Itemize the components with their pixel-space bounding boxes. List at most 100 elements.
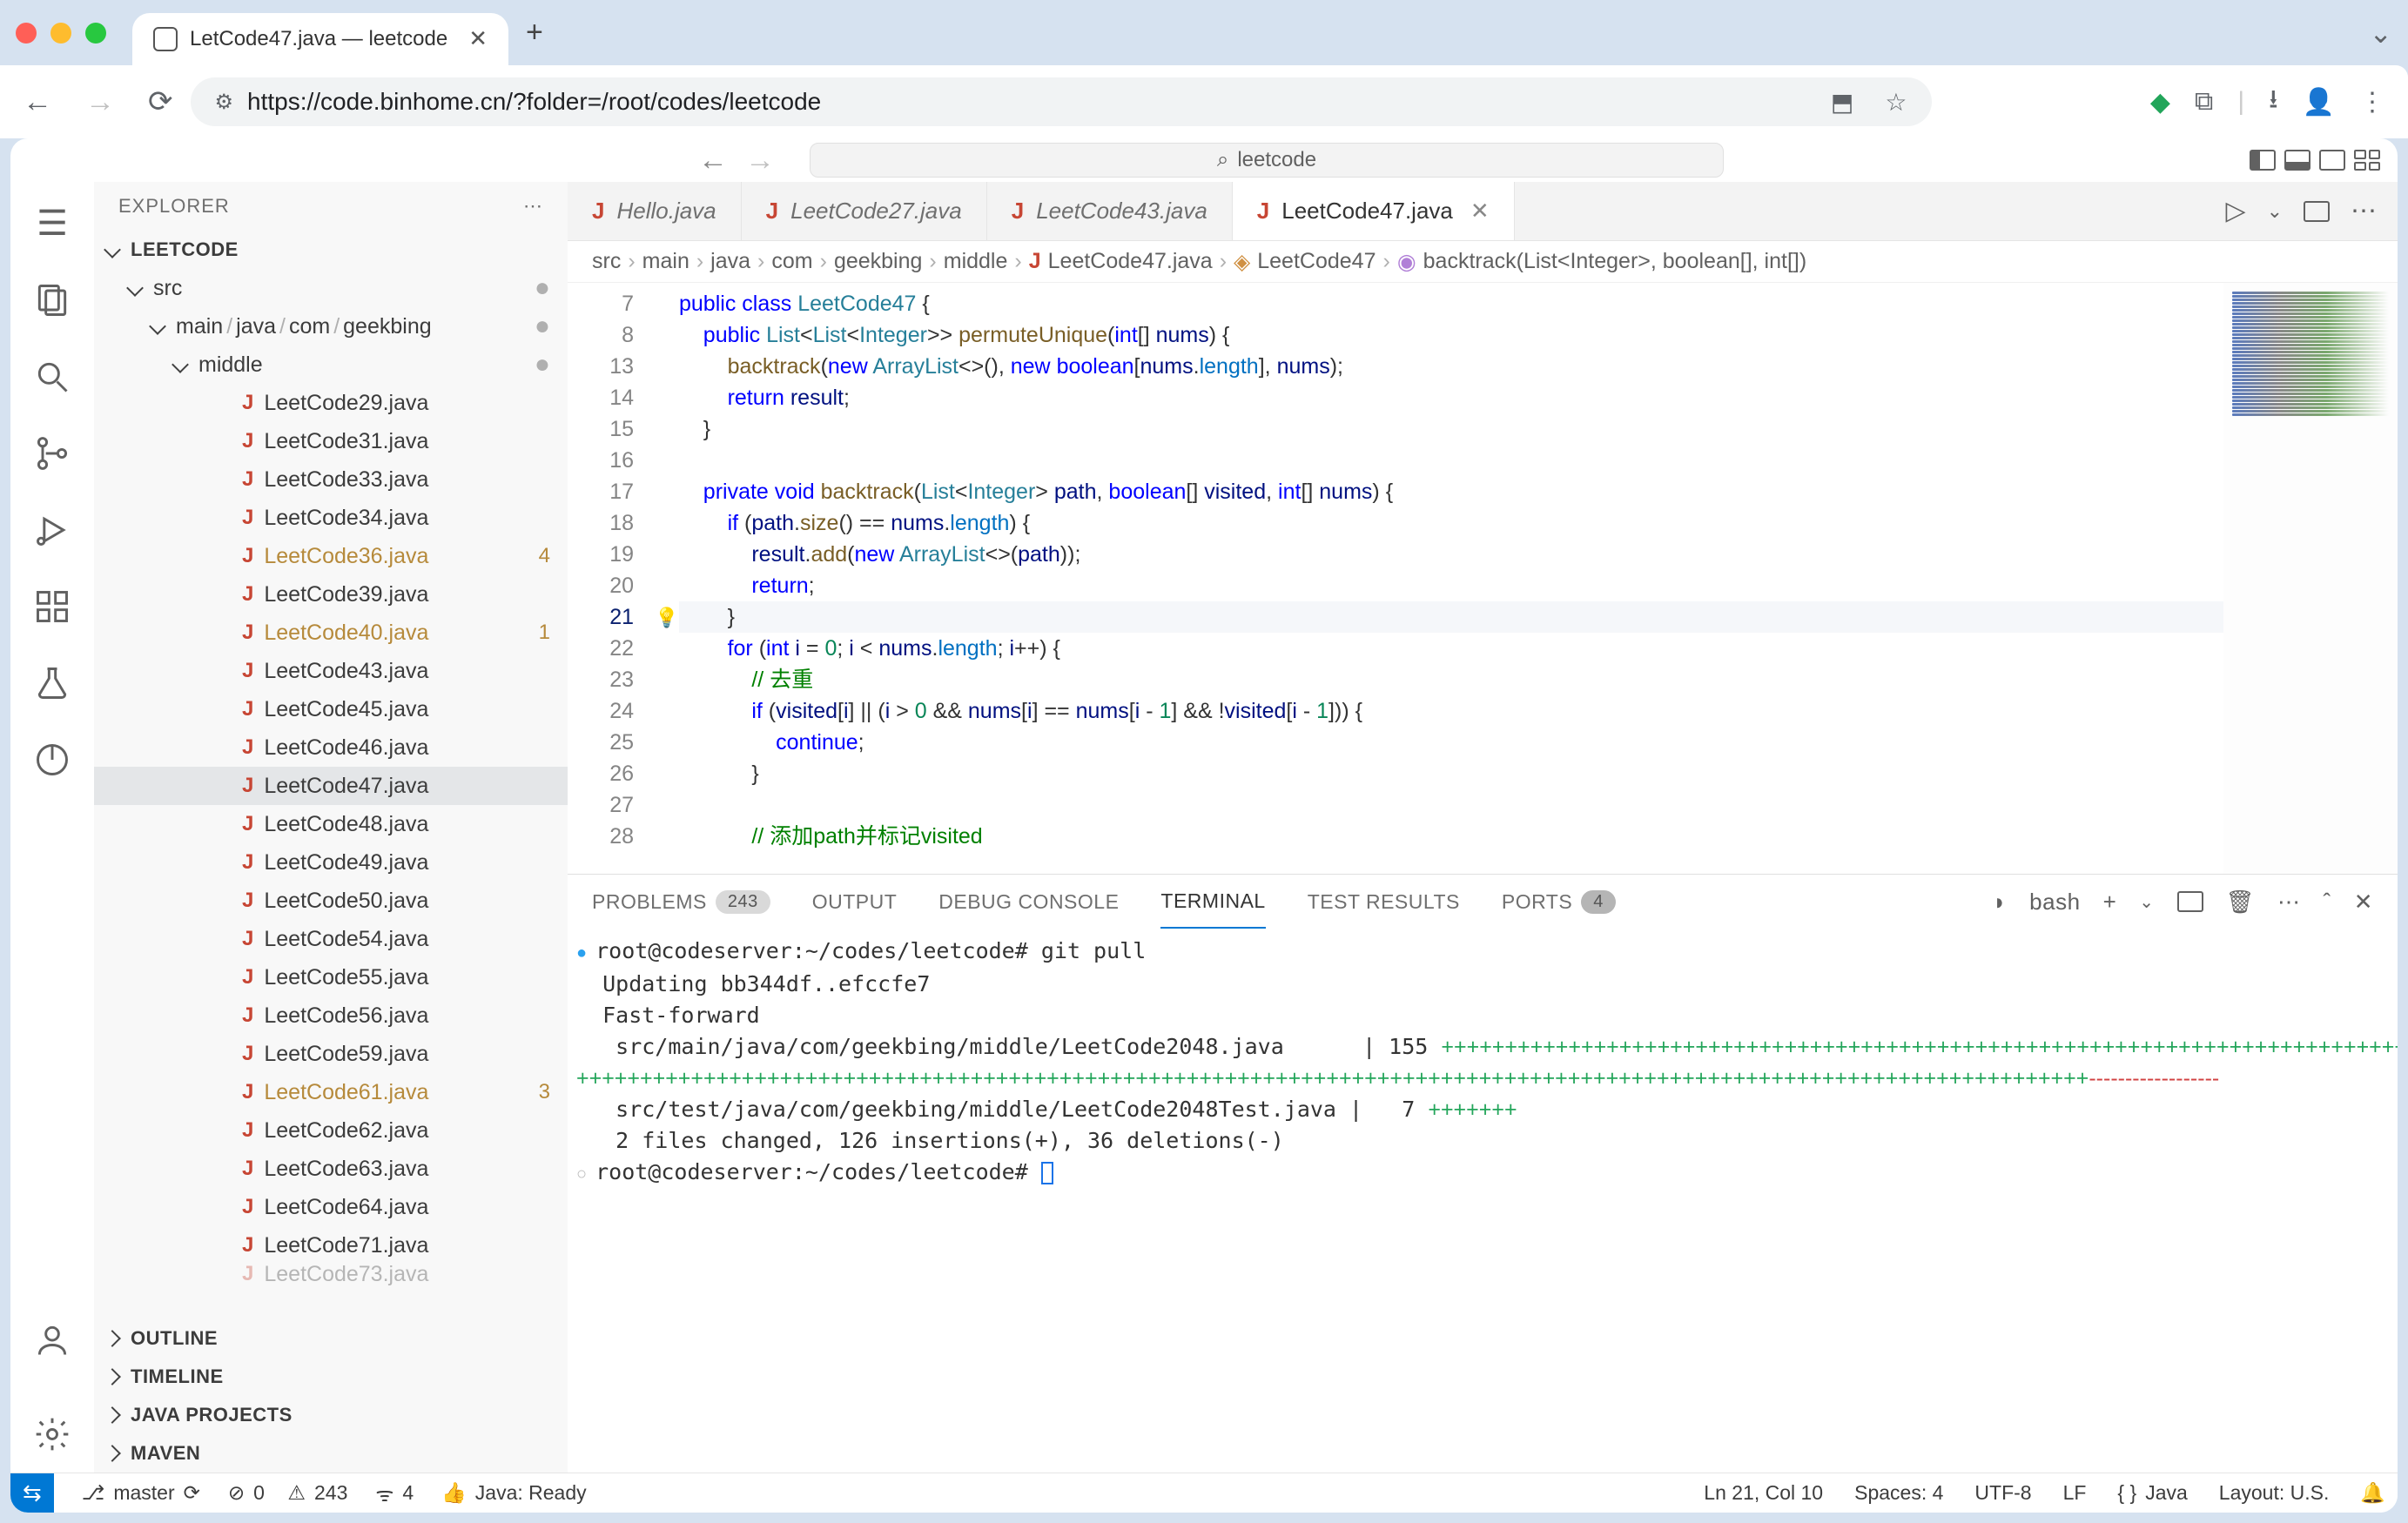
file-item[interactable]: JLeetCode49.java [94, 843, 568, 882]
file-item[interactable]: JLeetCode47.java [94, 767, 568, 805]
problems-status[interactable]: ⊘0 ⚠243 [228, 1481, 347, 1505]
run-icon[interactable]: ▷ [2225, 196, 2245, 226]
file-item[interactable]: JLeetCode54.java [94, 920, 568, 958]
power-icon[interactable] [31, 739, 73, 781]
editor-tab[interactable]: JHello.java [568, 182, 742, 240]
tab-terminal[interactable]: TERMINAL [1160, 875, 1265, 929]
explorer-icon[interactable] [31, 279, 73, 321]
window-max-icon[interactable] [85, 23, 106, 44]
cursor-position[interactable]: Ln 21, Col 10 [1704, 1481, 1823, 1505]
debug-icon[interactable] [31, 509, 73, 551]
file-item[interactable]: JLeetCode73.java [94, 1265, 568, 1284]
profile-avatar-icon[interactable]: 👤 [2303, 87, 2335, 117]
tab-close-icon[interactable]: ✕ [1470, 198, 1490, 225]
file-item[interactable]: JLeetCode36.java4 [94, 537, 568, 575]
nav-reload-icon[interactable]: ⟳ [148, 84, 173, 119]
file-item[interactable]: JLeetCode64.java [94, 1188, 568, 1226]
lightbulb-icon[interactable]: 💡 [655, 607, 678, 628]
site-tune-icon[interactable]: ⚙ [215, 90, 234, 115]
minimap[interactable] [2223, 283, 2398, 874]
bookmark-star-icon[interactable]: ☆ [1885, 88, 1907, 117]
split-terminal-icon[interactable] [2177, 891, 2203, 912]
folder-src[interactable]: src● [94, 269, 568, 307]
breadcrumbs[interactable]: src› main› java› com› geekbing› middle› … [568, 241, 2398, 283]
file-item[interactable]: JLeetCode55.java [94, 958, 568, 996]
editor-tab[interactable]: JLeetCode47.java✕ [1233, 182, 1515, 240]
window-close-icon[interactable] [16, 23, 37, 44]
command-search-input[interactable]: ⌕ leetcode [810, 143, 1724, 178]
tab-overflow-icon[interactable]: ⌄ [2369, 17, 2392, 50]
tab-problems[interactable]: PROBLEMS243 [592, 875, 770, 929]
java-status[interactable]: 👍Java: Ready [441, 1481, 587, 1505]
explorer-more-icon[interactable]: ⋯ [523, 195, 543, 218]
code-content[interactable]: public class LeetCode47 { public List<Li… [679, 283, 2223, 874]
git-branch[interactable]: ⎇master⟳ [82, 1481, 200, 1505]
tab-ports[interactable]: PORTS4 [1502, 875, 1616, 929]
extensions-activity-icon[interactable] [31, 586, 73, 627]
history-back-icon[interactable]: ← [698, 144, 728, 178]
eol[interactable]: LF [2063, 1481, 2087, 1505]
encoding[interactable]: UTF-8 [1974, 1481, 2031, 1505]
kill-terminal-icon[interactable]: 🗑 [2226, 889, 2256, 916]
split-editor-icon[interactable] [2304, 201, 2330, 222]
editor-tab[interactable]: JLeetCode43.java [987, 182, 1233, 240]
folder-middle[interactable]: middle● [94, 346, 568, 384]
tab-output[interactable]: OUTPUT [812, 875, 898, 929]
shell-indicator-icon[interactable]: ◗ [1993, 889, 2007, 916]
notifications-icon[interactable]: 🔔 [2360, 1481, 2385, 1505]
settings-gear-icon[interactable] [31, 1413, 73, 1455]
tab-test-results[interactable]: TEST RESULTS [1308, 875, 1460, 929]
shield-icon[interactable]: ◆ [2150, 87, 2170, 117]
file-item[interactable]: JLeetCode50.java [94, 882, 568, 920]
extensions-icon[interactable]: ⧉ [2195, 87, 2213, 117]
terminal-dropdown-icon[interactable]: ⌄ [2139, 891, 2154, 913]
accounts-icon[interactable] [31, 1319, 73, 1361]
outline-section[interactable]: OUTLINE [94, 1319, 568, 1358]
code-editor[interactable]: 7813141516171819202122232425262728 💡 pub… [568, 283, 2398, 874]
workspace-folder[interactable]: LEETCODE [94, 231, 568, 269]
file-item[interactable]: JLeetCode43.java [94, 652, 568, 690]
history-forward-icon[interactable]: → [745, 144, 775, 178]
maximize-panel-icon[interactable]: ˆ [2324, 889, 2331, 916]
browser-menu-icon[interactable]: ⋮ [2359, 87, 2385, 117]
file-item[interactable]: JLeetCode59.java [94, 1035, 568, 1073]
editor-tab[interactable]: JLeetCode27.java [742, 182, 987, 240]
panel-more-icon[interactable]: ⋯ [2277, 889, 2301, 916]
address-bar[interactable]: ⚙ https://code.binhome.cn/?folder=/root/… [191, 77, 1932, 126]
nav-forward-icon[interactable]: → [85, 85, 115, 119]
nav-back-icon[interactable]: ← [23, 85, 52, 119]
tab-close-icon[interactable]: ✕ [468, 25, 488, 52]
file-item[interactable]: JLeetCode71.java [94, 1226, 568, 1265]
toggle-panel-icon[interactable] [2284, 150, 2310, 171]
file-tree[interactable]: src●main/java/com/geekbing●middle●JLeetC… [94, 269, 568, 1319]
close-panel-icon[interactable]: ✕ [2354, 889, 2373, 916]
timeline-section[interactable]: TIMELINE [94, 1358, 568, 1396]
customize-layout-icon[interactable] [2354, 150, 2380, 171]
terminal-view[interactable]: ●root@codeserver:~/codes/leetcode# git p… [568, 929, 2398, 1473]
keyboard-layout[interactable]: Layout: U.S. [2219, 1481, 2330, 1505]
file-item[interactable]: JLeetCode39.java [94, 575, 568, 614]
menu-icon[interactable]: ☰ [31, 203, 73, 245]
search-activity-icon[interactable] [31, 356, 73, 398]
tab-debug-console[interactable]: DEBUG CONSOLE [938, 875, 1119, 929]
file-item[interactable]: JLeetCode34.java [94, 499, 568, 537]
browser-tab[interactable]: LetCode47.java — leetcode ✕ [132, 13, 508, 65]
new-terminal-icon[interactable]: + [2103, 889, 2117, 916]
flask-icon[interactable] [31, 662, 73, 704]
file-item[interactable]: JLeetCode61.java3 [94, 1073, 568, 1111]
file-item[interactable]: JLeetCode56.java [94, 996, 568, 1035]
remote-indicator[interactable]: ⇆ [10, 1473, 54, 1513]
indentation[interactable]: Spaces: 4 [1854, 1481, 1943, 1505]
maven-section[interactable]: MAVEN [94, 1434, 568, 1473]
java-projects-section[interactable]: JAVA PROJECTS [94, 1396, 568, 1434]
source-control-icon[interactable] [31, 433, 73, 474]
file-item[interactable]: JLeetCode45.java [94, 690, 568, 728]
file-item[interactable]: JLeetCode31.java [94, 422, 568, 460]
file-item[interactable]: JLeetCode29.java [94, 384, 568, 422]
file-item[interactable]: JLeetCode62.java [94, 1111, 568, 1150]
language-mode[interactable]: { }Java [2117, 1481, 2187, 1505]
toggle-sidebar-icon[interactable] [2250, 150, 2276, 171]
install-app-icon[interactable]: ⬒ [1831, 88, 1853, 117]
editor-more-icon[interactable]: ⋯ [2351, 196, 2377, 226]
file-item[interactable]: JLeetCode48.java [94, 805, 568, 843]
